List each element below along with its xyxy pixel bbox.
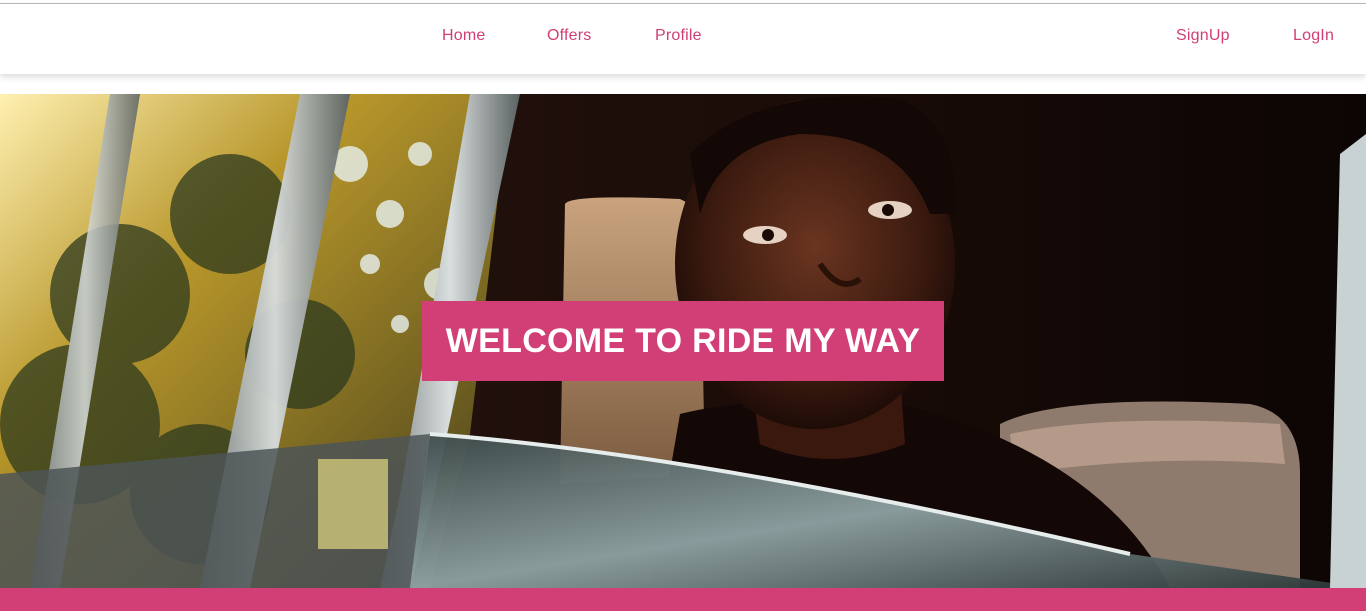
- footer-band: [0, 588, 1366, 611]
- hero-banner: WELCOME TO RIDE MY WAY: [0, 94, 1366, 588]
- nav-profile-link[interactable]: Profile: [655, 24, 702, 48]
- navbar: Home Offers Profile SignUp LogIn: [0, 4, 1366, 74]
- nav-offers-link[interactable]: Offers: [547, 24, 591, 48]
- hero-title: WELCOME TO RIDE MY WAY: [422, 301, 944, 381]
- nav-signup-link[interactable]: SignUp: [1176, 24, 1230, 48]
- nav-login-link[interactable]: LogIn: [1293, 24, 1334, 48]
- nav-home-link[interactable]: Home: [442, 24, 485, 48]
